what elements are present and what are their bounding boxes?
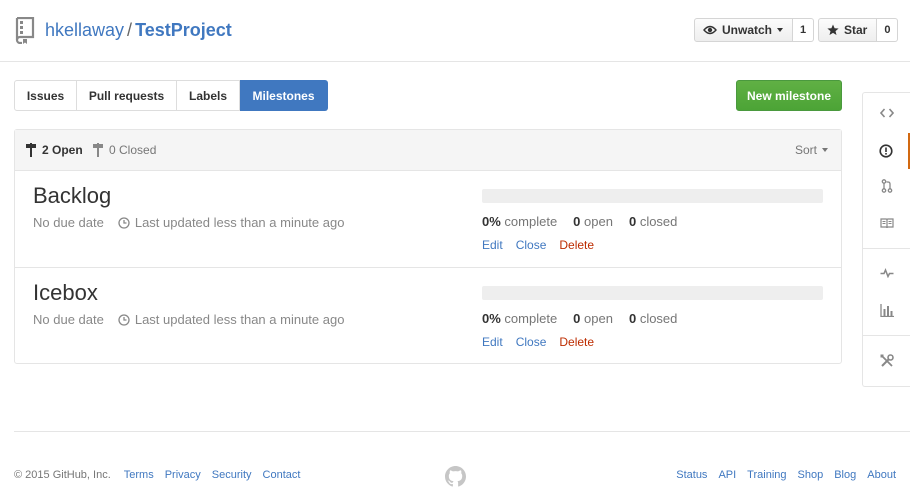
book-icon xyxy=(879,217,894,228)
milestone-complete-stat: 0% complete xyxy=(482,214,558,229)
pulse-icon xyxy=(880,268,893,278)
milestone-row: Backlog No due date Last updated less th… xyxy=(15,171,841,268)
milestones-list-header: 2 Open 0 Closed Sort xyxy=(15,130,841,171)
milestone-updated: Last updated less than a minute ago xyxy=(134,312,345,327)
eye-icon xyxy=(703,25,717,35)
code-icon xyxy=(879,108,894,118)
footer-link-security[interactable]: Security xyxy=(212,469,252,481)
open-count-label: 2 Open xyxy=(42,143,83,157)
stargazers-count[interactable]: 0 xyxy=(877,18,899,42)
star-icon xyxy=(827,24,839,35)
subnav-milestones[interactable]: Milestones xyxy=(240,80,328,111)
footer-link-contact[interactable]: Contact xyxy=(263,469,301,481)
clock-icon xyxy=(118,313,130,326)
footer-link-privacy[interactable]: Privacy xyxy=(165,469,201,481)
milestone-delete-link[interactable]: Delete xyxy=(559,335,594,349)
footer-link-training[interactable]: Training xyxy=(747,469,786,481)
milestone-title[interactable]: Icebox xyxy=(33,280,98,306)
subnav-issues[interactable]: Issues xyxy=(14,80,77,111)
milestone-edit-link[interactable]: Edit xyxy=(482,335,503,349)
issues-subnav: Issues Pull requests Labels Milestones xyxy=(14,80,328,111)
sidebar-item-wiki[interactable] xyxy=(863,205,910,241)
milestone-icon xyxy=(93,143,103,157)
sidebar-item-settings[interactable] xyxy=(863,343,910,379)
footer-copyright: © 2015 GitHub, Inc. xyxy=(14,469,111,481)
sort-label: Sort xyxy=(794,143,817,157)
milestone-closed-stat[interactable]: 0 closed xyxy=(629,311,677,326)
footer-link-status[interactable]: Status xyxy=(676,469,707,481)
graph-icon xyxy=(879,303,894,317)
open-milestones-filter[interactable]: 2 Open xyxy=(25,143,83,157)
repo-icon xyxy=(15,17,35,44)
milestones-list: 2 Open 0 Closed Sort Backlog No due date… xyxy=(14,129,842,364)
sidebar-item-code[interactable] xyxy=(863,95,910,131)
footer-divider xyxy=(14,431,910,432)
github-mark-icon[interactable] xyxy=(445,466,466,487)
repo-sidebar-nav xyxy=(862,92,910,387)
footer-right: Status API Training Shop Blog About xyxy=(665,469,896,481)
milestone-edit-link[interactable]: Edit xyxy=(482,238,503,252)
chevron-down-icon xyxy=(777,28,784,32)
milestone-meta: No due date Last updated less than a min… xyxy=(33,312,344,327)
repo-header: hkellaway / TestProject Unwatch 1 Star 0 xyxy=(0,0,910,62)
issue-opened-icon xyxy=(878,144,893,158)
milestone-meta: No due date Last updated less than a min… xyxy=(33,215,344,230)
clock-icon xyxy=(118,216,130,229)
sidebar-item-graphs[interactable] xyxy=(863,292,910,328)
star-label: Star xyxy=(844,23,868,37)
star-button-group: Star 0 xyxy=(818,18,899,42)
repo-owner-link[interactable]: hkellaway xyxy=(45,20,124,40)
unwatch-button[interactable]: Unwatch xyxy=(694,18,794,42)
footer-link-about[interactable]: About xyxy=(867,469,896,481)
subnav-labels[interactable]: Labels xyxy=(177,80,240,111)
star-button[interactable]: Star xyxy=(818,18,878,42)
sidebar-divider xyxy=(863,248,910,249)
milestone-title[interactable]: Backlog xyxy=(33,183,111,209)
milestone-closed-stat[interactable]: 0 closed xyxy=(629,214,677,229)
new-milestone-button[interactable]: New milestone xyxy=(736,80,842,111)
footer-link-shop[interactable]: Shop xyxy=(798,469,824,481)
chevron-down-icon xyxy=(822,148,828,152)
milestone-open-stat[interactable]: 0 open xyxy=(573,311,613,326)
watch-button-group: Unwatch 1 xyxy=(694,18,815,42)
milestone-progress-bar xyxy=(482,189,823,203)
sidebar-divider xyxy=(863,335,910,336)
footer-link-blog[interactable]: Blog xyxy=(834,469,856,481)
repo-name-link[interactable]: TestProject xyxy=(135,20,232,40)
milestone-open-stat[interactable]: 0 open xyxy=(573,214,613,229)
milestone-stats: 0% complete 0 open 0 closed xyxy=(482,214,693,229)
milestone-close-link[interactable]: Close xyxy=(516,335,547,349)
unwatch-label: Unwatch xyxy=(722,23,773,37)
watchers-count[interactable]: 1 xyxy=(793,18,815,42)
milestone-actions: Edit Close Delete xyxy=(482,238,607,252)
closed-count-label: 0 Closed xyxy=(109,143,157,157)
milestone-progress-bar xyxy=(482,286,823,300)
closed-milestones-filter[interactable]: 0 Closed xyxy=(92,143,156,157)
milestone-close-link[interactable]: Close xyxy=(516,238,547,252)
milestone-icon xyxy=(26,143,36,157)
footer-link-api[interactable]: API xyxy=(718,469,736,481)
git-pull-request-icon xyxy=(881,179,892,193)
milestone-row: Icebox No due date Last updated less tha… xyxy=(15,268,841,365)
footer-link-terms[interactable]: Terms xyxy=(124,469,154,481)
sort-dropdown[interactable]: Sort xyxy=(795,143,828,157)
milestone-actions: Edit Close Delete xyxy=(482,335,607,349)
tools-icon xyxy=(880,354,894,367)
milestone-due-date: No due date xyxy=(33,312,104,327)
repo-separator: / xyxy=(127,20,133,40)
footer-left: © 2015 GitHub, Inc. Terms Privacy Securi… xyxy=(14,469,311,481)
milestone-complete-stat: 0% complete xyxy=(482,311,558,326)
sidebar-item-issues[interactable] xyxy=(863,133,910,169)
repo-title: hkellaway / TestProject xyxy=(45,19,232,41)
sidebar-item-pulse[interactable] xyxy=(863,255,910,291)
sidebar-item-pull-requests[interactable] xyxy=(863,168,910,204)
milestone-updated: Last updated less than a minute ago xyxy=(134,215,345,230)
subnav-pull-requests[interactable]: Pull requests xyxy=(77,80,177,111)
milestone-stats: 0% complete 0 open 0 closed xyxy=(482,311,693,326)
milestone-due-date: No due date xyxy=(33,215,104,230)
milestone-delete-link[interactable]: Delete xyxy=(559,238,594,252)
